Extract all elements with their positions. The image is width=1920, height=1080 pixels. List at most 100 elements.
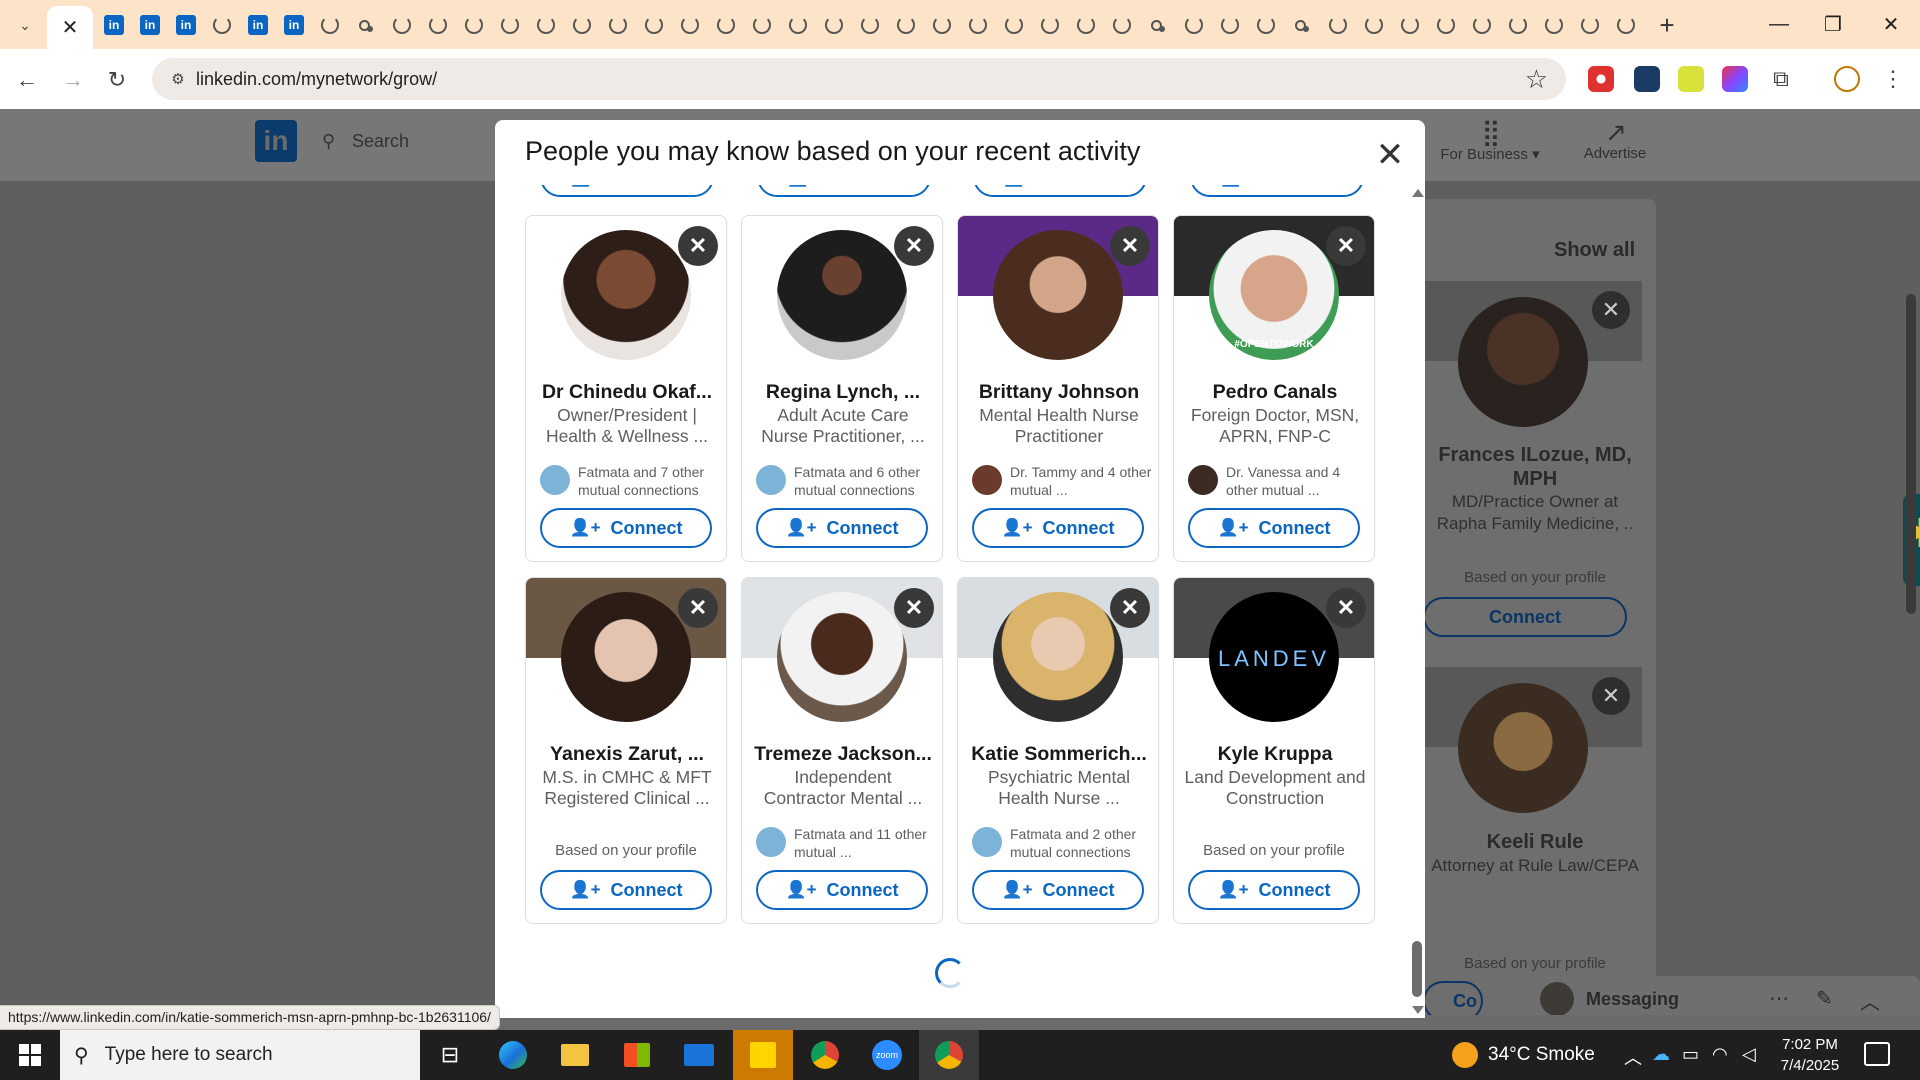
messaging-bar[interactable]: Messaging ⋯ ✎ ︿ [1534,976,1920,1015]
connect-button[interactable]: 👤+ Connect [1188,508,1360,548]
page-scrollbar-thumb[interactable] [1906,294,1916,614]
dismiss-icon[interactable]: ✕ [1592,677,1630,715]
scroll-up-arrow-icon[interactable] [1412,189,1424,197]
tab-loading-icon[interactable] [600,10,636,40]
tab-loading-icon[interactable] [1500,10,1536,40]
profile-avatar-icon[interactable] [1834,66,1860,92]
tab-linkedin-icon[interactable]: in [168,10,204,40]
person-card[interactable]: #OPENTOWORK ✕ Pedro Canals Foreign Doctor, … [1173,215,1375,562]
connect-button[interactable]: Co [1423,981,1483,1015]
site-info-icon[interactable]: ⚙ [166,67,190,91]
tab-loading-icon[interactable] [744,10,780,40]
mutual-connections[interactable]: Fatmata and 7 other mutual connections [540,461,720,501]
modal-scrollbar[interactable] [1409,185,1425,1018]
connect-button[interactable]: 👤+ Connect [756,870,928,910]
tab-loading-icon[interactable] [708,10,744,40]
notification-center-icon[interactable] [1864,1042,1890,1066]
dismiss-icon[interactable]: ✕ [678,588,718,628]
tab-loading-icon[interactable] [492,10,528,40]
person-card[interactable]: ✕ Katie Sommerich... Psychiatric Mental He… [957,577,1159,924]
tab-loading-icon[interactable] [924,10,960,40]
chevron-up-icon[interactable]: ︿ [1860,986,1880,1015]
tab-loading-icon[interactable] [1356,10,1392,40]
tab-loading-icon[interactable] [456,10,492,40]
tab-loading-icon[interactable] [780,10,816,40]
connect-button[interactable]: 👤+ Connect [972,508,1144,548]
restore-button[interactable]: ❐ [1804,0,1862,49]
profile-avatar[interactable] [561,230,691,360]
sticky-notes-icon[interactable] [733,1030,793,1080]
reload-icon[interactable]: ↻ [100,63,134,97]
mutual-connections[interactable]: Fatmata and 11 other mutual ... [756,823,936,863]
person-name[interactable]: Regina Lynch, ... [748,381,938,404]
windows-start-button[interactable] [0,1030,60,1080]
connect-button[interactable]: 👤+ Connect [1190,185,1364,197]
close-window-button[interactable]: ✕ [1862,0,1920,49]
mutual-connections[interactable]: Fatmata and 6 other mutual connections [756,461,936,501]
dismiss-icon[interactable]: ✕ [1326,588,1366,628]
connect-button[interactable]: 👤+ Connect [540,508,712,548]
person-name[interactable]: Kyle Kruppa [1180,743,1370,766]
edge-browser-icon[interactable] [483,1030,543,1080]
tab-loading-icon[interactable] [204,10,240,40]
dismiss-icon[interactable]: ✕ [1110,588,1150,628]
tab-loading-icon[interactable] [312,10,348,40]
connect-button[interactable]: Connect [1423,597,1627,637]
task-view-icon[interactable]: ⊟ [420,1030,480,1080]
chrome-profile-icon[interactable] [919,1030,979,1080]
tab-loading-icon[interactable] [1032,10,1068,40]
person-card[interactable]: ✕ Yanexis Zarut, ... M.S. in CMHC & MFT Re… [525,577,727,924]
tab-loading-icon[interactable] [852,10,888,40]
modal-close-icon[interactable]: ✕ [1373,138,1407,174]
tab-loading-icon[interactable] [1068,10,1104,40]
address-bar[interactable]: ⚙ linkedin.com/mynetwork/grow/ ☆ [152,58,1566,100]
mutual-connections[interactable]: Dr. Vanessa and 4 other mutual ... [1188,461,1368,501]
dismiss-icon[interactable]: ✕ [1110,226,1150,266]
tab-linkedin-icon[interactable]: in [276,10,312,40]
tab-loading-icon[interactable] [960,10,996,40]
taskbar-search[interactable]: ⚲ Type here to search [60,1030,420,1080]
tab-zoom-icon[interactable] [1284,10,1320,40]
extension-pokeball-icon[interactable] [1588,66,1614,92]
tab-linkedin-icon[interactable]: in [96,10,132,40]
advertise-link[interactable]: ↗ Advertise [1570,119,1660,162]
wifi-icon[interactable]: ◠ [1712,1044,1728,1065]
show-all-link[interactable]: Show all [1554,239,1635,262]
modal-scrollbar-thumb[interactable] [1412,941,1422,997]
tab-loading-icon[interactable] [1608,10,1644,40]
tab-loading-icon[interactable] [672,10,708,40]
tab-zoom-icon[interactable] [348,10,384,40]
back-arrow-icon[interactable]: ← [10,63,44,97]
tab-loading-icon[interactable] [1536,10,1572,40]
tab-loading-icon[interactable] [1176,10,1212,40]
right-card-name[interactable]: Frances ILozue, MD, MPH [1425,443,1645,491]
microsoft-store-icon[interactable] [607,1030,667,1080]
connect-button[interactable]: 👤+ Connect [973,185,1147,197]
tab-linkedin-icon[interactable]: in [132,10,168,40]
tab-loading-icon[interactable] [384,10,420,40]
profile-avatar[interactable] [561,592,691,722]
for-business-menu[interactable]: ⣿ For Business ▾ [1430,119,1550,163]
tab-loading-icon[interactable] [816,10,852,40]
extensions-puzzle-icon[interactable]: ⧉ [1768,66,1794,92]
profile-avatar[interactable]: LANDEV [1209,592,1339,722]
person-name[interactable]: Pedro Canals [1180,381,1370,404]
tab-zoom-icon[interactable] [1140,10,1176,40]
person-name[interactable]: Dr Chinedu Okaf... [532,381,722,404]
onedrive-cloud-icon[interactable]: ☁ [1652,1044,1670,1065]
right-card-avatar[interactable] [1458,297,1588,427]
profile-avatar[interactable] [993,230,1123,360]
connect-button[interactable]: 👤+ Connect [540,870,712,910]
linkedin-search[interactable]: ⚲ Search [322,123,502,159]
dismiss-icon[interactable]: ✕ [1326,226,1366,266]
tab-loading-icon[interactable] [1392,10,1428,40]
connect-button[interactable]: 👤+ Connect [972,870,1144,910]
browser-menu-icon[interactable]: ⋮ [1880,66,1906,92]
zoom-icon[interactable]: zoom [857,1030,917,1080]
right-card-avatar[interactable] [1458,683,1588,813]
right-card-name[interactable]: Keeli Rule [1425,831,1645,854]
dismiss-icon[interactable]: ✕ [678,226,718,266]
tab-loading-icon[interactable] [528,10,564,40]
person-card[interactable]: ✕ Dr Chinedu Okaf... Owner/President | Hea… [525,215,727,562]
show-hidden-icons-chevron-icon[interactable]: ︿ [1624,1044,1642,1070]
